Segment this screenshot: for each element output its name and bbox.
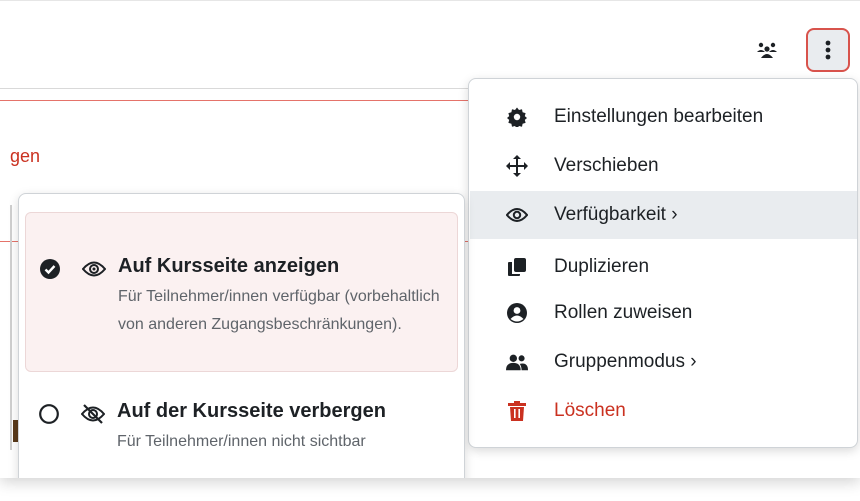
menu-item-duplicate[interactable]: Duplizieren — [470, 243, 857, 291]
menu-item-label: Duplizieren — [554, 256, 650, 277]
menu-item-label: Verschieben — [554, 155, 659, 176]
menu-item-move[interactable]: Verschieben — [470, 142, 857, 190]
menu-item-label: Löschen — [554, 400, 626, 421]
menu-item-label: Gruppenmodus › — [554, 351, 697, 372]
menu-item-availability[interactable]: Verfügbarkeit › — [470, 191, 857, 239]
availability-submenu: Auf Kursseite anzeigen Für Teilnehmer/in… — [18, 193, 465, 478]
move-arrows-icon — [506, 155, 528, 177]
chevron-right-icon: › — [671, 204, 678, 225]
option-title: Auf der Kursseite verbergen — [117, 400, 386, 422]
menu-item-label: Rollen zuweisen — [554, 302, 693, 323]
checked-radio-icon — [40, 259, 60, 279]
copy-icon — [506, 256, 528, 278]
course-page-frame: gen Einstellungen bearbeiten Verschieben — [0, 0, 860, 478]
gear-icon — [506, 106, 528, 128]
eye-icon — [81, 257, 107, 281]
top-divider — [0, 0, 860, 1]
group-mode-button[interactable] — [745, 28, 789, 72]
option-title: Auf Kursseite anzeigen — [118, 255, 340, 277]
chevron-right-icon: › — [690, 351, 697, 372]
menu-item-assign-roles[interactable]: Rollen zuweisen — [470, 289, 857, 337]
partial-red-link[interactable]: gen — [10, 146, 40, 167]
eye-icon — [506, 204, 528, 226]
vertical-ellipsis-icon — [825, 40, 831, 60]
menu-item-group-mode[interactable]: Gruppenmodus › — [470, 338, 857, 386]
availability-option-hide[interactable]: Auf der Kursseite verbergen Für Teilnehm… — [25, 380, 458, 470]
unchecked-radio-icon — [39, 404, 59, 424]
users-icon — [506, 351, 528, 373]
groups-icon — [757, 42, 777, 58]
option-description: Für Teilnehmer/innen nicht sichtbar — [117, 433, 366, 450]
user-circle-icon — [506, 302, 528, 324]
section-rule — [0, 100, 470, 101]
more-actions-button[interactable] — [806, 28, 850, 72]
action-menu: Einstellungen bearbeiten Verschieben Ver… — [468, 78, 858, 448]
menu-item-edit-settings[interactable]: Einstellungen bearbeiten — [470, 93, 857, 141]
availability-option-show[interactable]: Auf Kursseite anzeigen Für Teilnehmer/in… — [25, 212, 458, 372]
content-edge — [10, 205, 12, 450]
header-divider — [0, 88, 470, 89]
menu-item-delete[interactable]: Löschen — [470, 387, 857, 435]
trash-icon — [506, 400, 528, 422]
menu-item-label: Verfügbarkeit › — [554, 204, 678, 225]
option-description: Für Teilnehmer/innen verfügbar (vorbehal… — [118, 288, 440, 333]
eye-slash-icon — [80, 402, 106, 426]
menu-item-label: Einstellungen bearbeiten — [554, 106, 764, 127]
